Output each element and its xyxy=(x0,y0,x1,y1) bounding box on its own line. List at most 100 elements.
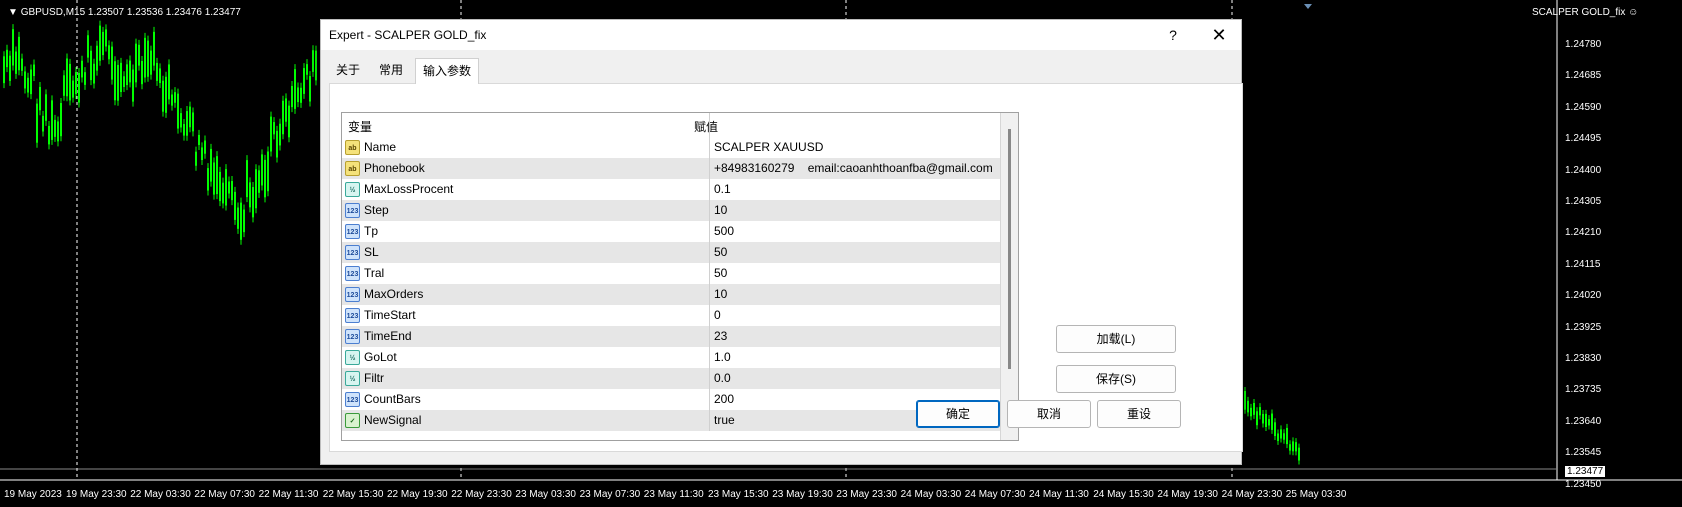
column-divider[interactable] xyxy=(709,113,710,137)
param-value[interactable]: 0.1 xyxy=(714,182,731,196)
param-row-timeend[interactable]: 123 TimeEnd 23 xyxy=(342,326,1000,347)
time-label: 24 May 23:30 xyxy=(1221,489,1283,500)
candle-body xyxy=(1277,433,1279,441)
candle-body xyxy=(288,105,290,138)
header-value[interactable]: 赋值 xyxy=(694,118,718,135)
param-value[interactable]: 10 xyxy=(714,287,727,301)
param-row-tp[interactable]: 123 Tp 500 xyxy=(342,221,1000,242)
param-row-phonebook[interactable]: ab Phonebook +84983160279 email:caoanhthoa… xyxy=(342,158,1000,179)
param-row-newsignal[interactable]: ✓ NewSignal true xyxy=(342,410,1000,431)
candle-body xyxy=(186,111,188,136)
ok-button[interactable]: 确定 xyxy=(916,400,1000,428)
candle-body xyxy=(282,100,284,135)
param-name: Name xyxy=(364,140,397,154)
load-button[interactable]: 加载(L) xyxy=(1056,325,1176,353)
candle-body xyxy=(69,63,71,101)
candle-body xyxy=(312,50,314,72)
candle-body xyxy=(48,125,50,145)
tab-inputs[interactable]: 输入参数 xyxy=(415,58,479,84)
candle-body xyxy=(264,159,266,198)
param-value[interactable]: SCALPER XAUUSD xyxy=(714,140,823,154)
candle-body xyxy=(99,25,101,61)
time-label: 24 May 19:30 xyxy=(1157,489,1218,500)
string-type-icon: ab xyxy=(345,161,360,176)
cancel-button[interactable]: 取消 xyxy=(1007,400,1091,428)
bool-type-icon: ✓ xyxy=(345,413,360,428)
candle-body xyxy=(54,119,56,137)
price-level-label: 1.23450 xyxy=(1565,478,1602,490)
candle-body xyxy=(306,64,308,75)
candle-body xyxy=(51,100,53,140)
candle-body xyxy=(171,94,173,106)
close-button[interactable]: ✕ xyxy=(1197,20,1241,50)
param-row-step[interactable]: 123 Step 10 xyxy=(342,200,1000,221)
tab-common[interactable]: 常用 xyxy=(369,58,413,84)
param-value[interactable]: 50 xyxy=(714,245,727,259)
candle-body xyxy=(303,68,305,94)
candle-body xyxy=(228,181,230,194)
param-value[interactable]: 0.0 xyxy=(714,371,731,385)
candle-body xyxy=(216,156,218,195)
candle-body xyxy=(1259,407,1261,416)
param-name: TimeStart xyxy=(364,308,416,322)
param-value[interactable]: true xyxy=(714,413,735,427)
param-name: CountBars xyxy=(364,392,421,406)
param-row-filtr[interactable]: ½ Filtr 0.0 xyxy=(342,368,1000,389)
candle-body xyxy=(315,50,317,81)
candle-body xyxy=(42,115,44,132)
cell-divider xyxy=(709,410,710,431)
scrollbar-thumb[interactable] xyxy=(1008,129,1011,369)
time-label: 22 May 23:30 xyxy=(451,489,512,500)
param-row-name[interactable]: ab Name SCALPER XAUUSD xyxy=(342,137,1000,158)
save-button[interactable]: 保存(S) xyxy=(1056,365,1176,393)
candle-body xyxy=(132,69,134,102)
time-label: 19 May 23:30 xyxy=(66,489,127,500)
price-level-label: 1.24495 xyxy=(1565,133,1602,145)
param-row-sl[interactable]: 123 SL 50 xyxy=(342,242,1000,263)
param-row-maxlossprocent[interactable]: ½ MaxLossProcent 0.1 xyxy=(342,179,1000,200)
param-name: MaxLossProcent xyxy=(364,182,454,196)
price-level-label: 1.24115 xyxy=(1565,258,1601,270)
param-row-tral[interactable]: 123 Tral 50 xyxy=(342,263,1000,284)
candle-body xyxy=(111,46,113,80)
candle-body xyxy=(1283,433,1285,440)
tab-about[interactable]: 关于 xyxy=(329,58,367,84)
current-price-label: 1.23477 xyxy=(1565,466,1606,477)
param-value[interactable]: 10 xyxy=(714,203,727,217)
param-value[interactable]: +84983160279 email:caoanhthoanfba@gmail.… xyxy=(714,161,993,175)
param-row-golot[interactable]: ½ GoLot 1.0 xyxy=(342,347,1000,368)
param-value[interactable]: 23 xyxy=(714,329,727,343)
grid-header: 变量 赋值 xyxy=(342,113,1000,137)
dialog-title: Expert - SCALPER GOLD_fix xyxy=(329,28,487,42)
integer-type-icon: 123 xyxy=(345,287,360,302)
param-row-maxorders[interactable]: 123 MaxOrders 10 xyxy=(342,284,1000,305)
reset-button[interactable]: 重设 xyxy=(1097,400,1181,428)
candle-body xyxy=(294,69,296,109)
chart-menu-triangle-icon[interactable]: ▼ xyxy=(8,7,21,18)
param-value[interactable]: 200 xyxy=(714,392,734,406)
candle-body xyxy=(273,122,275,135)
candle-body xyxy=(201,147,203,161)
param-value[interactable]: 50 xyxy=(714,266,727,280)
candle-body xyxy=(1256,411,1258,426)
param-row-countbars[interactable]: 123 CountBars 200 xyxy=(342,389,1000,410)
candle-body xyxy=(66,58,68,97)
time-label: 22 May 03:30 xyxy=(130,489,191,500)
help-button[interactable]: ? xyxy=(1151,20,1195,50)
candle-body xyxy=(1244,391,1246,410)
candle-body xyxy=(225,169,227,206)
param-row-timestart[interactable]: 123 TimeStart 0 xyxy=(342,305,1000,326)
cell-divider xyxy=(709,284,710,305)
param-value[interactable]: 1.0 xyxy=(714,350,731,364)
param-name: Tral xyxy=(364,266,385,280)
header-variable[interactable]: 变量 xyxy=(348,118,372,135)
param-value[interactable]: 500 xyxy=(714,224,734,238)
param-value[interactable]: 0 xyxy=(714,308,721,322)
integer-type-icon: 123 xyxy=(345,266,360,281)
expert-name: SCALPER GOLD_fix xyxy=(1532,7,1626,18)
dialog-titlebar[interactable]: Expert - SCALPER GOLD_fix ? ✕ xyxy=(321,20,1241,50)
price-level-label: 1.24780 xyxy=(1565,39,1602,50)
grid-vertical-scrollbar[interactable] xyxy=(1000,113,1018,440)
candle-body xyxy=(60,103,62,137)
cell-divider xyxy=(709,347,710,368)
